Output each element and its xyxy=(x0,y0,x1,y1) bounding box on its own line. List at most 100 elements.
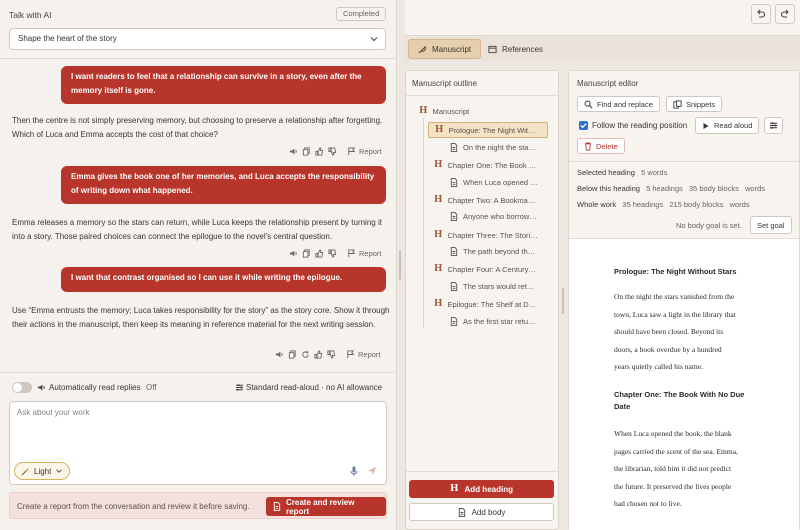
follow-checkbox[interactable] xyxy=(579,121,588,130)
thumbs-up-icon[interactable] xyxy=(314,350,323,359)
report-button[interactable]: Report xyxy=(347,249,382,258)
user-message: Emma gives the book one of her memories,… xyxy=(61,166,386,204)
snippets-button[interactable]: Snippets xyxy=(666,96,723,112)
set-goal-button[interactable]: Set goal xyxy=(750,216,792,234)
outline-heading[interactable]: H Prologue: The Night Wit… xyxy=(428,122,548,138)
outline-body-label: The stars would ret… xyxy=(463,282,535,291)
chat-panel: Talk with AI Completed Shape the heart o… xyxy=(0,0,397,530)
send-icon[interactable] xyxy=(367,466,377,476)
thumbs-up-icon[interactable] xyxy=(315,249,324,258)
create-report-button[interactable]: Create and review report xyxy=(266,497,386,516)
speaker-icon[interactable] xyxy=(289,147,298,156)
mode-select[interactable]: Light xyxy=(14,462,71,480)
find-replace-label: Find and replace xyxy=(597,99,653,109)
read-aloud-button[interactable]: Read aloud xyxy=(695,117,760,134)
auto-read-toggle[interactable] xyxy=(12,382,32,393)
stat-unit: headings xyxy=(652,184,683,193)
panel-resize-handle[interactable] xyxy=(399,250,401,280)
stat-unit: body blocks xyxy=(699,184,739,193)
outline-body[interactable]: The path beyond th… xyxy=(450,247,535,256)
report-button[interactable]: Report xyxy=(347,147,382,156)
heading-icon: H xyxy=(434,264,443,274)
stat-whole: Whole work 35 headings 215 body blocks w… xyxy=(577,200,750,209)
copy-icon[interactable] xyxy=(302,147,311,156)
doc-line: pages carried the scent of the sea. Emma… xyxy=(614,446,738,456)
outline-title: Manuscript outline xyxy=(412,79,477,88)
thumbs-down-icon[interactable] xyxy=(328,147,337,156)
document-icon xyxy=(450,143,458,152)
heading-icon: H xyxy=(434,299,443,309)
find-replace-button[interactable]: Find and replace xyxy=(577,96,660,112)
chat-title: Talk with AI xyxy=(9,10,52,20)
tree-line xyxy=(423,118,424,328)
tab-references[interactable]: References xyxy=(479,39,552,59)
outline-heading-label: Chapter One: The Book … xyxy=(447,160,537,170)
document-icon xyxy=(450,178,458,187)
outline-body[interactable]: Anyone who borrow… xyxy=(450,212,537,221)
editor-settings-button[interactable] xyxy=(764,117,783,134)
auto-read-state: Off xyxy=(146,383,157,392)
flag-icon xyxy=(347,249,356,258)
copy-icon[interactable] xyxy=(302,249,311,258)
topic-select[interactable]: Shape the heart of the story xyxy=(9,28,386,50)
stat-value: 215 xyxy=(669,200,682,209)
outline-heading[interactable]: H Chapter Three: The Stori… xyxy=(434,230,538,240)
outline-body[interactable]: As the first star retu… xyxy=(450,317,536,326)
add-body-button[interactable]: Add body xyxy=(409,503,554,521)
redo-button[interactable] xyxy=(775,4,795,24)
document-page[interactable]: Prologue: The Night Without Stars On the… xyxy=(569,239,799,530)
undo-button[interactable] xyxy=(751,4,771,24)
user-message: I want readers to feel that a relationsh… xyxy=(61,66,386,104)
assistant-message: Use “Emma entrusts the memory; Luca take… xyxy=(12,306,390,329)
goal-text: No body goal is set. xyxy=(676,221,742,230)
check-icon xyxy=(580,123,587,129)
tab-manuscript[interactable]: Manuscript xyxy=(408,39,482,59)
thumbs-down-icon[interactable] xyxy=(328,249,337,258)
tab-label: Manuscript xyxy=(432,44,472,54)
thumbs-up-icon[interactable] xyxy=(315,147,324,156)
report-button[interactable]: Report xyxy=(346,350,381,359)
outline-heading[interactable]: H Chapter Two: A Bookma… xyxy=(434,195,535,205)
speaker-icon[interactable] xyxy=(289,249,298,258)
microphone-icon[interactable] xyxy=(350,466,358,476)
outline-root-label: Manuscript xyxy=(432,106,470,116)
doc-line: On the night the stars vanished from the xyxy=(614,292,735,301)
doc-line: had chosen not to live. xyxy=(614,499,682,509)
stat-value: 5 xyxy=(646,184,651,193)
outline-heading[interactable]: H Epilogue: The Shelf at D… xyxy=(434,299,536,309)
heading-icon: H xyxy=(419,106,428,116)
outline-heading[interactable]: H Chapter One: The Book … xyxy=(434,160,536,170)
regenerate-icon[interactable] xyxy=(301,350,310,359)
doc-line: When Luca opened the book, the blank xyxy=(614,428,732,438)
speaker-icon[interactable] xyxy=(275,350,284,359)
follow-label: Follow the reading position xyxy=(592,121,688,130)
report-label: Report xyxy=(358,350,381,359)
report-label: Report xyxy=(359,147,382,156)
editor-title: Manuscript editor xyxy=(577,79,639,88)
document-icon xyxy=(450,247,458,256)
read-aloud-info: Standard read-aloud · no AI allowance xyxy=(246,383,383,392)
thumbs-down-icon[interactable] xyxy=(327,350,336,359)
snippets-icon xyxy=(673,99,682,109)
add-heading-button[interactable]: H Add heading xyxy=(409,480,554,498)
stat-label: Below this heading xyxy=(577,184,640,193)
outline-body[interactable]: When Luca opened … xyxy=(450,178,538,187)
divider xyxy=(568,161,800,162)
outline-body[interactable]: On the night the sta… xyxy=(450,143,536,152)
outline-heading-label: Chapter Four: A Century… xyxy=(447,264,536,274)
outline-root[interactable]: H Manuscript xyxy=(419,106,469,116)
sliders-icon xyxy=(769,121,778,130)
outline-body[interactable]: The stars would ret… xyxy=(450,282,534,291)
delete-button[interactable]: Delete xyxy=(577,138,625,154)
user-message: I want that contrast organised so I can … xyxy=(61,267,386,292)
report-prompt: Create a report from the conversation an… xyxy=(17,502,250,511)
outline-heading[interactable]: H Chapter Four: A Century… xyxy=(434,264,536,274)
message-actions: Report xyxy=(289,249,382,258)
snippets-label: Snippets xyxy=(686,99,716,109)
delete-label: Delete xyxy=(596,141,618,151)
copy-icon[interactable] xyxy=(288,350,297,359)
panel-resize-handle[interactable] xyxy=(562,288,564,314)
outline-heading-label: Chapter Two: A Bookma… xyxy=(447,195,536,205)
outline-body-label: Anyone who borrow… xyxy=(463,212,537,221)
doc-heading: Prologue: The Night Without Stars xyxy=(614,267,737,276)
